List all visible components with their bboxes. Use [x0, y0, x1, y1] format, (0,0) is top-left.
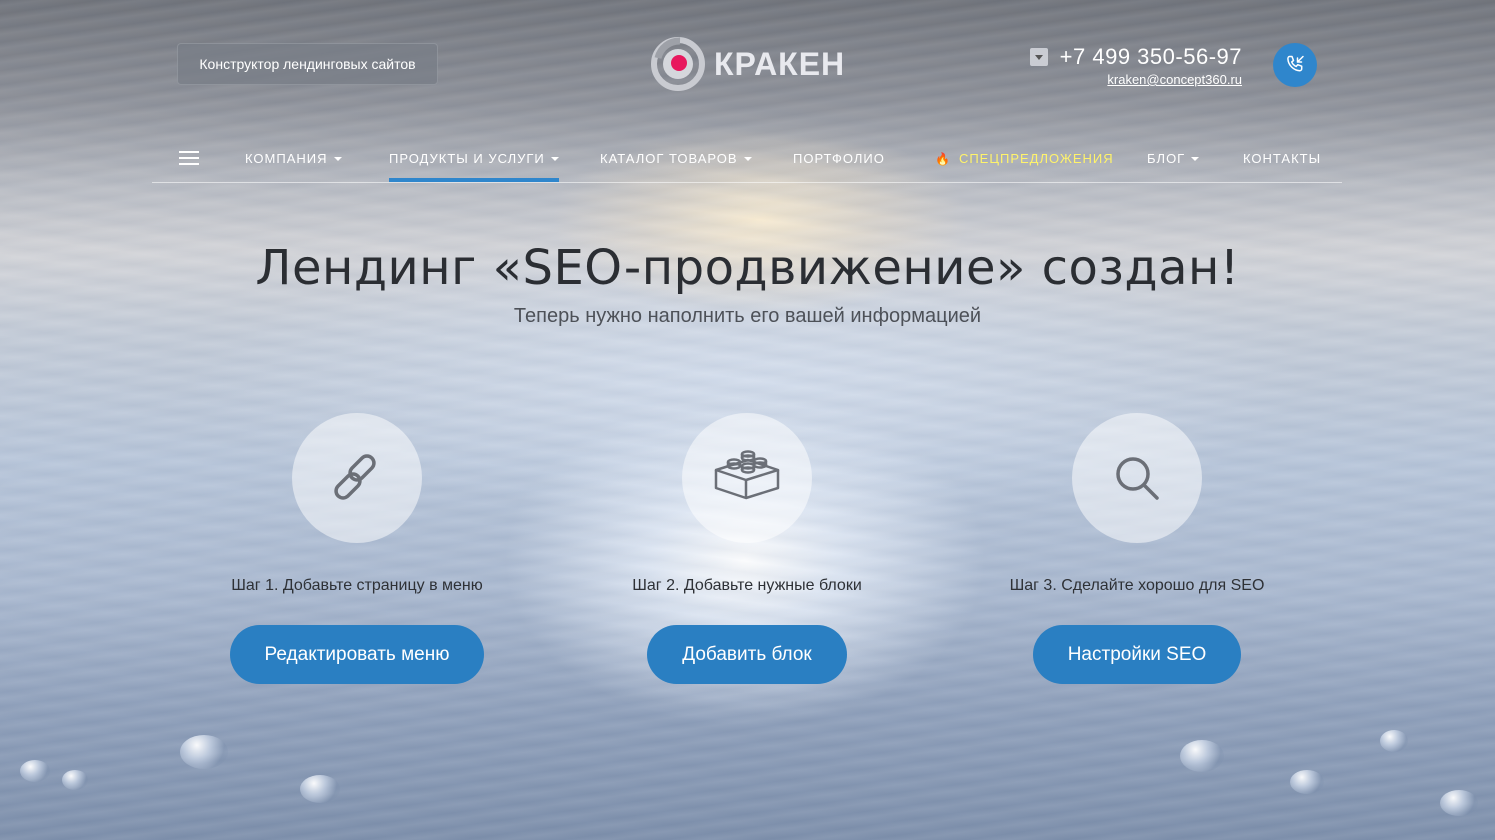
logo-icon — [651, 37, 705, 91]
nav-item-label: Блог — [1147, 151, 1186, 166]
nav-item-specials[interactable]: 🔥 Спецпредложения — [935, 151, 1114, 166]
search-icon — [1116, 457, 1159, 500]
page-title: Лендинг «SEO-продвижение» создан! — [255, 240, 1240, 296]
step-icon-circle — [682, 413, 812, 543]
callback-button[interactable] — [1273, 43, 1317, 87]
hamburger-menu-icon[interactable] — [179, 151, 199, 165]
step-text: Шаг 3. Сделайте хорошо для SEO — [1009, 577, 1265, 594]
nav-item-label: Компания — [245, 151, 328, 166]
fire-icon: 🔥 — [935, 151, 951, 166]
nav-item-blog[interactable]: Блог — [1147, 151, 1200, 166]
phone-number[interactable]: +7 499 350-56-97 — [1060, 44, 1242, 70]
step-3: Шаг 3. Сделайте хорошо для SEO Настройки… — [967, 413, 1307, 684]
step-icon-circle — [292, 413, 422, 543]
nav-item-catalog[interactable]: Каталог товаров — [600, 151, 752, 166]
nav-item-label: Спецпредложения — [958, 151, 1114, 166]
logo[interactable]: КРАКЕН — [650, 36, 845, 92]
add-block-button[interactable]: Добавить блок — [647, 625, 847, 684]
edit-menu-button[interactable]: Редактировать меню — [229, 625, 485, 684]
nav-item-products[interactable]: Продукты и услуги — [389, 151, 559, 182]
caret-down-icon — [550, 156, 559, 161]
nav-item-label: Контакты — [1243, 151, 1322, 166]
phone-dropdown-icon[interactable] — [1029, 48, 1048, 66]
caret-down-icon — [743, 156, 752, 161]
link-icon — [334, 454, 376, 500]
constructor-button[interactable]: Конструктор лендинговых сайтов — [177, 43, 438, 85]
contact-block: +7 499 350-56-97 kraken@concept360.ru — [1029, 44, 1242, 89]
caret-down-icon — [1191, 156, 1200, 161]
step-icon-circle — [1072, 413, 1202, 543]
nav-item-company[interactable]: Компания — [245, 151, 342, 166]
nav-item-portfolio[interactable]: Портфолио — [793, 151, 885, 166]
seo-settings-button[interactable]: Настройки SEO — [1032, 625, 1242, 684]
step-text: Шаг 1. Добавьте страницу в меню — [231, 577, 483, 594]
nav-item-contacts[interactable]: Контакты — [1243, 151, 1321, 166]
main-nav: Компания Продукты и услуги Каталог товар… — [152, 135, 1342, 183]
nav-item-label: Продукты и услуги — [389, 151, 545, 166]
nav-item-label: Каталог товаров — [600, 151, 738, 166]
nav-item-label: Портфолио — [793, 151, 885, 166]
logo-text: КРАКЕН — [714, 45, 846, 82]
page-subtitle: Теперь нужно наполнить его вашей информа… — [513, 305, 982, 327]
email-link[interactable]: kraken@concept360.ru — [1107, 72, 1242, 87]
blocks-icon — [714, 450, 780, 500]
caret-down-icon — [333, 156, 342, 161]
step-2: Шаг 2. Добавьте нужные блоки Добавить бл… — [577, 413, 917, 684]
phone-callback-icon — [1287, 55, 1304, 72]
step-1: Шаг 1. Добавьте страницу в меню Редактир… — [187, 413, 527, 684]
step-text: Шаг 2. Добавьте нужные блоки — [632, 577, 862, 594]
